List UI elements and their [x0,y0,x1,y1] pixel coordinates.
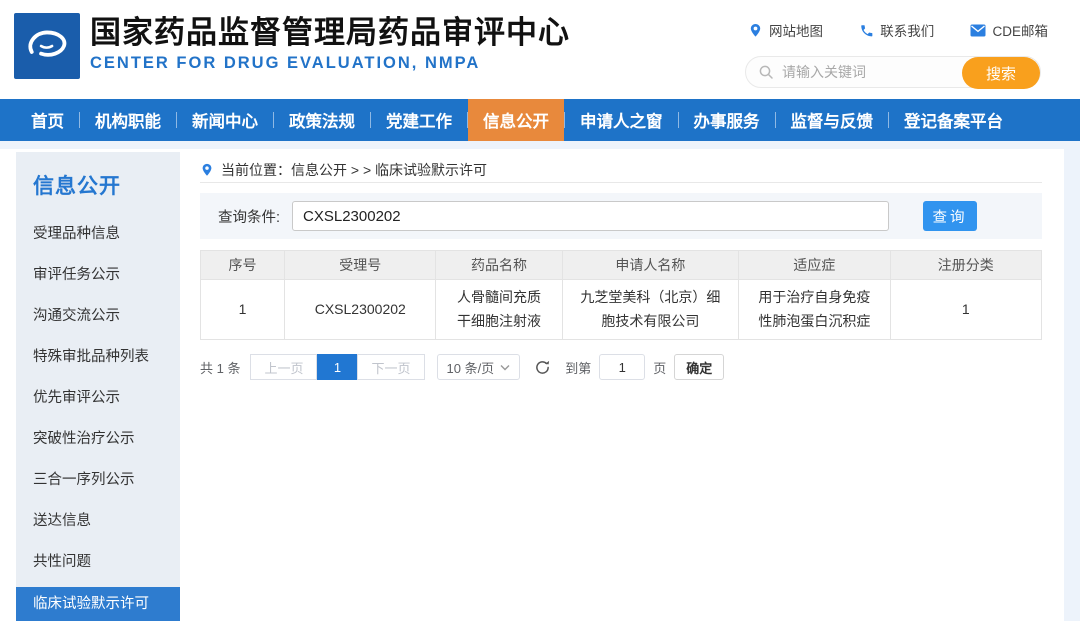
goto-confirm-button[interactable]: 确定 [674,354,724,380]
phone-icon [859,23,874,38]
cell-indication: 用于治疗自身免疫性肺泡蛋白沉积症 [739,280,890,340]
col-header-applicant-name: 申请人名称 [562,251,739,280]
mail-icon [970,24,986,37]
prev-page-button[interactable]: 上一页 [250,354,317,380]
nav-item-home[interactable]: 首页 [16,99,79,141]
location-pin-icon [748,23,763,38]
nav-item-policies[interactable]: 政策法规 [274,99,370,141]
cell-applicant-name: 九芝堂美科（北京）细胞技术有限公司 [562,280,739,340]
site-search: 搜索 [745,56,1041,88]
sidebar-item-communication[interactable]: 沟通交流公示 [16,296,180,337]
contact-us-link-label: 联系我们 [880,20,934,40]
results-table: 序号 受理号 药品名称 申请人名称 适应症 注册分类 1 CXSL2300202… [200,250,1042,340]
nav-item-news-center[interactable]: 新闻中心 [177,99,273,141]
sidebar-item-priority-review[interactable]: 优先审评公示 [16,378,180,419]
col-header-registration-class: 注册分类 [890,251,1041,280]
site-header: 国家药品监督管理局药品审评中心 CENTER FOR DRUG EVALUATI… [0,0,1080,99]
logo-swoosh-icon [19,18,75,74]
contact-us-link[interactable]: 联系我们 [859,20,934,40]
search-icon [758,64,774,80]
sidebar-item-common-issues[interactable]: 共性问题 [16,542,180,583]
table-header-row: 序号 受理号 药品名称 申请人名称 适应症 注册分类 [201,251,1042,280]
cell-drug-name: 人骨髓间充质干细胞注射液 [436,280,562,340]
chevron-down-icon [500,364,510,371]
search-button[interactable]: 搜索 [962,57,1040,89]
sidebar-item-three-in-one-sequence[interactable]: 三合一序列公示 [16,460,180,501]
nav-item-services[interactable]: 办事服务 [679,99,775,141]
col-header-acceptance-no: 受理号 [285,251,436,280]
query-button[interactable]: 查询 [923,201,977,231]
query-label: 查询条件: [218,206,280,227]
main-nav: 首页 机构职能 新闻中心 政策法规 党建工作 信息公开 申请人之窗 办事服务 监… [0,99,1080,141]
col-header-drug-name: 药品名称 [436,251,562,280]
table-row: 1 CXSL2300202 人骨髓间充质干细胞注射液 九芝堂美科（北京）细胞技术… [201,280,1042,340]
location-pin-icon [200,162,214,178]
site-subtitle: CENTER FOR DRUG EVALUATION, NMPA [90,54,570,73]
top-utility-links: 网站地图 联系我们 CDE邮箱 [748,20,1048,40]
col-header-seq: 序号 [201,251,285,280]
sidebar-item-accepted-varieties[interactable]: 受理品种信息 [16,214,180,255]
cell-seq: 1 [201,280,285,340]
main-panel: 当前位置：信息公开 > > 临床试验默示许可 查询条件: 查询 序号 受理号 药… [200,149,1042,380]
page-size-label: 10 条/页 [447,358,495,377]
page: 国家药品监督管理局药品审评中心 CENTER FOR DRUG EVALUATI… [0,0,1080,621]
cde-logo [14,13,80,79]
pagination: 共 1 条 上一页 1 下一页 10 条/页 到第 [200,354,1042,380]
query-input[interactable] [292,201,889,231]
sidebar: 信息公开 受理品种信息 审评任务公示 沟通交流公示 特殊审批品种列表 优先审评公… [16,152,180,621]
goto-prefix-label: 到第 [565,358,591,377]
col-header-indication: 适应症 [739,251,890,280]
cde-mail-link-label: CDE邮箱 [992,20,1048,40]
sidebar-item-clinical-trial-implied-license[interactable]: 临床试验默示许可 [16,587,180,621]
nav-item-organization[interactable]: 机构职能 [80,99,176,141]
cell-registration-class: 1 [890,280,1041,340]
sidebar-item-special-approval-list[interactable]: 特殊审批品种列表 [16,337,180,378]
nav-item-registration-platform[interactable]: 登记备案平台 [889,99,1018,141]
nav-item-supervision-feedback[interactable]: 监督与反馈 [776,99,889,141]
sidebar-item-delivery-info[interactable]: 送达信息 [16,501,180,542]
nav-item-info-disclosure[interactable]: 信息公开 [468,99,564,141]
pagination-total: 共 1 条 [200,358,240,377]
breadcrumb: 当前位置：信息公开 > > 临床试验默示许可 [200,149,1042,183]
nav-item-party-building[interactable]: 党建工作 [371,99,467,141]
query-panel: 查询条件: 查询 [200,193,1042,239]
sitemap-link-label: 网站地图 [769,20,823,40]
current-page-button[interactable]: 1 [317,354,357,380]
brand-block: 国家药品监督管理局药品审评中心 CENTER FOR DRUG EVALUATI… [90,14,570,73]
search-input[interactable] [782,64,932,80]
goto-page-input[interactable] [599,354,645,380]
nav-item-applicant-window[interactable]: 申请人之窗 [565,99,678,141]
goto-suffix-label: 页 [653,358,666,377]
refresh-icon[interactable] [534,359,551,376]
sidebar-title: 信息公开 [16,152,180,214]
goto-page-group: 到第 页 确定 [565,354,724,380]
page-size-select[interactable]: 10 条/页 [437,354,521,380]
cde-mail-link[interactable]: CDE邮箱 [970,20,1048,40]
breadcrumb-text: 当前位置：信息公开 > > 临床试验默示许可 [221,160,487,180]
cell-acceptance-no: CXSL2300202 [285,280,436,340]
sidebar-item-review-tasks[interactable]: 审评任务公示 [16,255,180,296]
next-page-button[interactable]: 下一页 [357,354,424,380]
site-title: 国家药品监督管理局药品审评中心 [90,14,570,51]
sidebar-item-breakthrough-therapy[interactable]: 突破性治疗公示 [16,419,180,460]
sitemap-link[interactable]: 网站地图 [748,20,823,40]
content-card: 信息公开 受理品种信息 审评任务公示 沟通交流公示 特殊审批品种列表 优先审评公… [0,149,1064,621]
